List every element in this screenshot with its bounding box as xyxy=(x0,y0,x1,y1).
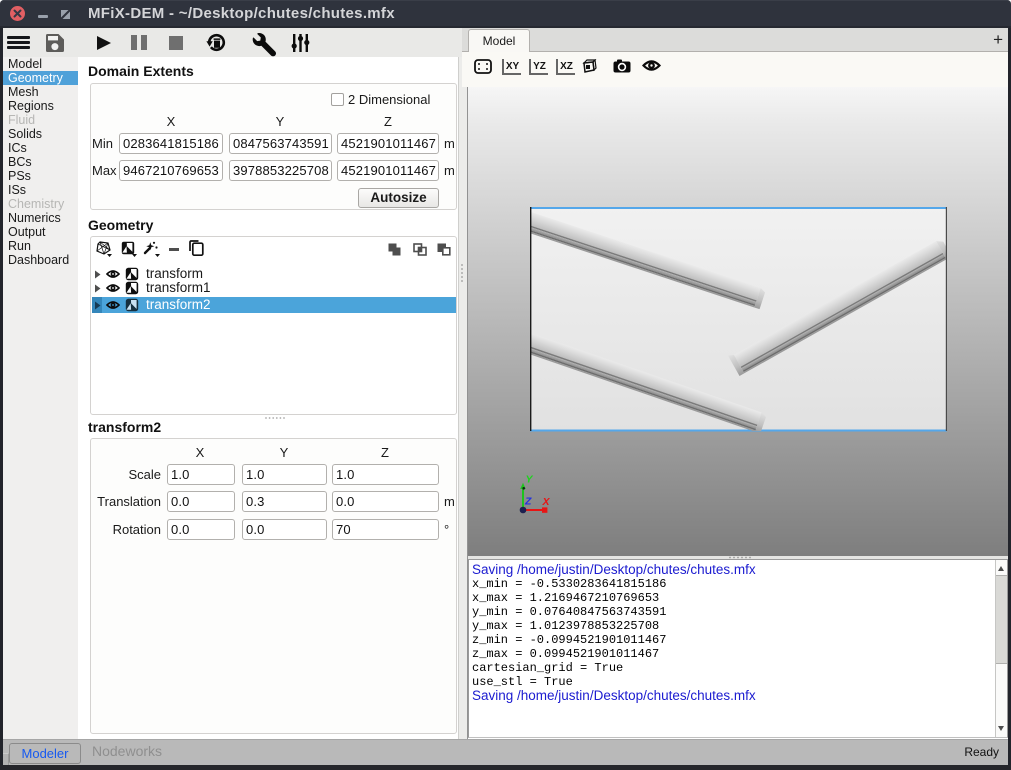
svg-text:Z: Z xyxy=(524,496,532,508)
svg-text:Y: Y xyxy=(526,474,534,486)
svg-text:X: X xyxy=(542,496,551,508)
